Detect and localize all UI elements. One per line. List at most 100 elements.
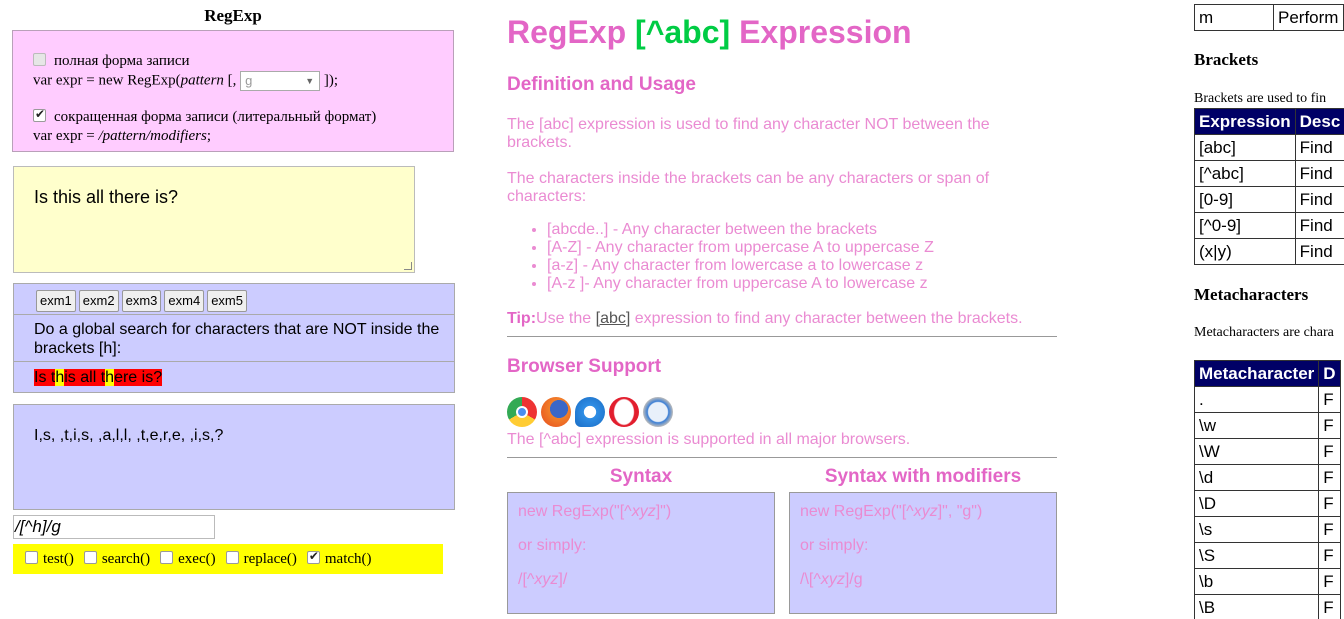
resize-grip-icon[interactable]	[404, 262, 412, 270]
table-row: \S F	[1193, 542, 1341, 569]
table-row: [0-9] Find	[1194, 186, 1344, 213]
table-row: [abc] Find	[1194, 134, 1344, 161]
match-checkbox[interactable]	[306, 549, 320, 564]
method-exec[interactable]: exec()	[160, 550, 216, 568]
table-row: \w F	[1193, 412, 1341, 439]
table-header-row: Metacharacter D	[1193, 360, 1341, 387]
divider	[14, 361, 454, 362]
table-row: [^0-9] Find	[1194, 212, 1344, 239]
test-checkbox[interactable]	[25, 550, 38, 564]
browser-support-heading: Browser Support	[507, 356, 662, 377]
panel-title: RegExp	[204, 6, 262, 25]
table-header-row: Expression Desc	[1194, 108, 1344, 135]
pattern-input[interactable]: /[^h]/g	[13, 515, 215, 539]
exm2-button[interactable]: exm2	[78, 290, 119, 312]
method-replace[interactable]: replace()	[225, 550, 297, 568]
short-form-label: сокращенная форма записи (литеральный фо…	[54, 109, 377, 125]
table-row: \s F	[1193, 516, 1341, 543]
list-item: [A-z ]- Any character from uppercase A t…	[547, 275, 934, 293]
column-header: D	[1318, 360, 1341, 387]
syntax-line: /\[^xyz]/g	[800, 571, 863, 588]
table-row: \W F	[1193, 438, 1341, 465]
nonmatch-segment: h	[105, 369, 115, 386]
dropdown-arrow-icon: ▼	[305, 76, 315, 86]
list-item: [a-z] - Any character from lowercase a t…	[547, 257, 934, 275]
exm4-button[interactable]: exm4	[164, 290, 205, 312]
nonmatch-segment: h	[55, 369, 65, 386]
table-cell: Perform	[1273, 4, 1344, 31]
match-output-box: I,s, ,t,i,s, ,a,l,l, ,t,e,r,e, ,i,s,?	[13, 404, 455, 510]
metacharacters-table: Metacharacter D .F \w F \W F \d F \D F \s F \…	[1193, 360, 1341, 619]
opera-icon	[609, 397, 639, 427]
table-row: [^abc] Find	[1194, 160, 1344, 187]
modifiers-table: m Perform	[1194, 4, 1344, 31]
test-string-textarea[interactable]: Is this all there is?	[13, 166, 415, 273]
search-checkbox[interactable]	[83, 550, 97, 564]
full-form-label: полная форма записи	[54, 53, 190, 69]
firefox-icon	[541, 397, 571, 427]
full-form-checkbox[interactable]	[33, 53, 46, 66]
definition-paragraph-1: The [abc] expression is used to find any…	[507, 116, 990, 151]
exm5-button[interactable]: exm5	[207, 290, 247, 312]
table-cell: m	[1194, 4, 1274, 31]
examples-panel: exm1 exm2 exm3 exm4 exm5 Do a global sea…	[13, 283, 455, 393]
table-row: \b F	[1193, 568, 1341, 595]
definition-paragraph-2: The characters inside the brackets can b…	[507, 170, 990, 205]
highlighted-result: Is this all there is?	[34, 368, 163, 387]
column-header: Desc	[1294, 108, 1344, 135]
syntax-options-box: полная форма записи var expr = new RegEx…	[12, 30, 454, 152]
table-row: \d F	[1193, 464, 1341, 491]
full-form-code: var expr = new RegExp(pattern [, g ▼ ]);	[33, 71, 338, 91]
metacharacters-description: Metacharacters are chara	[1194, 325, 1334, 340]
exm1-button[interactable]: exm1	[36, 290, 76, 312]
match-output: I,s, ,t,i,s, ,a,l,l, ,t,e,r,e, ,i,s,?	[34, 427, 224, 444]
divider	[507, 457, 1057, 458]
method-selector-bar: test() search() exec() replace() match()	[13, 544, 443, 574]
syntax-modifiers-code-box: new RegExp("[^xyz]", "g") or simply: /\[…	[789, 492, 1057, 614]
method-test[interactable]: test()	[25, 550, 74, 568]
modifier-select[interactable]: g ▼	[240, 71, 321, 91]
example-description: Do a global search for characters that a…	[34, 321, 440, 357]
brackets-table: Expression Desc [abc] Find [^abc] Find [0-…	[1194, 108, 1344, 265]
table-row: .F	[1193, 386, 1341, 413]
divider	[507, 336, 1057, 337]
table-row: m Perform	[1194, 4, 1344, 31]
page-title: RegExp [^abc] Expression	[507, 14, 912, 50]
tip-note: Tip:Use the [abc] expression to find any…	[507, 310, 1023, 327]
exec-checkbox[interactable]	[160, 550, 174, 564]
browser-support-text: The [^abc] expression is supported in al…	[507, 431, 911, 448]
method-search[interactable]: search()	[83, 550, 150, 568]
chrome-icon	[507, 397, 537, 427]
syntax-line: new RegExp("[^xyz]", "g")	[800, 503, 983, 520]
syntax-code-box: new RegExp("[^xyz]") or simply: /[^xyz]/	[507, 492, 775, 614]
short-form-checkbox[interactable]	[33, 107, 46, 122]
syntax-line: /[^xyz]/	[518, 571, 568, 588]
table-row: \B F	[1193, 594, 1341, 619]
exm3-button[interactable]: exm3	[121, 290, 162, 312]
list-item: [abcde..] - Any character between the br…	[547, 221, 934, 239]
syntax-or: or simply:	[800, 537, 869, 554]
syntax-modifiers-heading: Syntax with modifiers	[824, 466, 1022, 487]
syntax-or: or simply:	[518, 537, 587, 554]
example-buttons: exm1 exm2 exm3 exm4 exm5	[36, 290, 247, 312]
replace-checkbox[interactable]	[225, 550, 239, 564]
match-segment: Is t	[34, 369, 56, 386]
column-header: Expression	[1194, 108, 1296, 135]
brackets-description: Brackets are used to fin	[1194, 91, 1327, 106]
safari-icon	[643, 397, 673, 427]
match-segment: ere is?	[114, 369, 163, 386]
syntax-heading: Syntax	[609, 466, 673, 487]
definition-heading: Definition and Usage	[507, 74, 696, 95]
bracket-ranges-list: [abcde..] - Any character between the br…	[547, 221, 934, 293]
column-header: Metacharacter	[1193, 360, 1320, 387]
browser-icons	[507, 397, 673, 427]
table-row: \D F	[1193, 490, 1341, 517]
brackets-heading: Brackets	[1194, 50, 1259, 69]
method-match[interactable]: match()	[306, 549, 372, 568]
internet-explorer-icon	[575, 397, 605, 427]
metacharacters-heading: Metacharacters	[1194, 285, 1309, 304]
syntax-line: new RegExp("[^xyz]")	[518, 503, 672, 520]
table-row: (x|y) Find	[1194, 238, 1344, 265]
match-segment: is all t	[64, 369, 106, 386]
abc-expression-link[interactable]: [abc]	[596, 310, 631, 327]
